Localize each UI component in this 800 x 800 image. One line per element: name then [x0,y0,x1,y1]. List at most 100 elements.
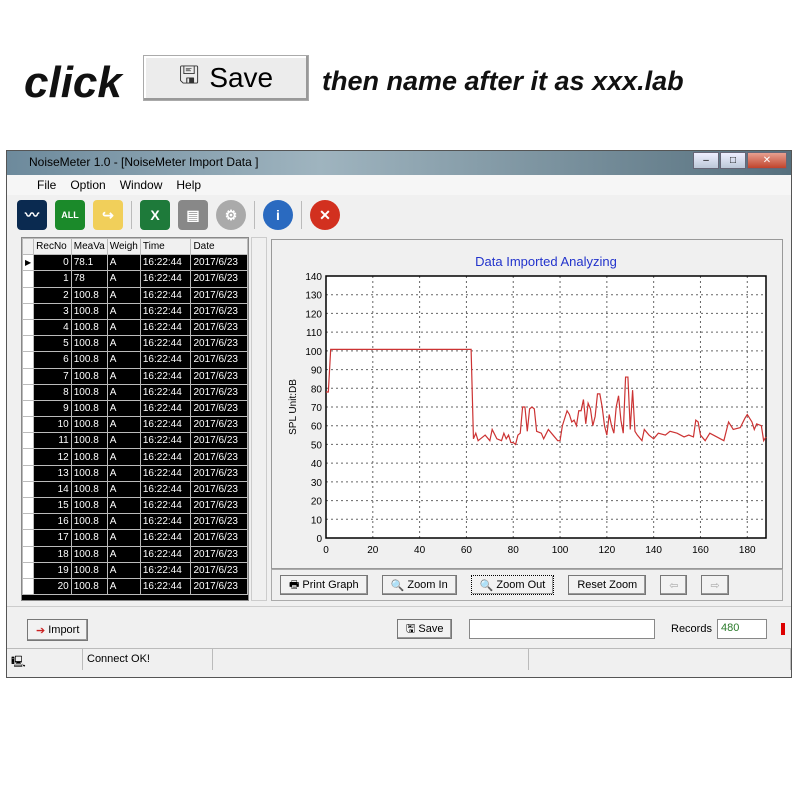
cell: 16:22:44 [139,432,192,450]
cell: 12 [33,448,72,466]
cell: 2017/6/23 [190,270,248,288]
cell: 16:22:44 [139,545,192,563]
waveform-icon[interactable]: 〰 [17,200,47,230]
print-graph-label: Print Graph [302,579,359,591]
table-row[interactable]: 9 100.8 A 16:22:44 2017/6/23 [21,399,248,418]
cell: 15 [33,496,72,515]
table-row[interactable]: 8 100.8 A 16:22:44 2017/6/23 [21,383,248,401]
row-indicator[interactable] [21,367,35,385]
x-tick-label: 80 [508,545,520,556]
table-row[interactable]: 7 100.8 A 16:22:44 2017/6/23 [21,367,248,385]
row-indicator[interactable] [21,302,35,320]
table-row[interactable]: 2 100.8 A 16:22:44 2017/6/23 [21,286,248,304]
printer-icon[interactable]: ▤ [178,200,208,230]
zoom-in-button[interactable]: 🔍 Zoom In [381,575,457,595]
cell: 2 [33,286,72,304]
row-indicator[interactable] [21,383,35,401]
zoom-out-button[interactable]: 🔍 Zoom Out [470,575,555,595]
table-row[interactable]: 12 100.8 A 16:22:44 2017/6/23 [21,448,248,466]
table-row[interactable]: 20 100.8 A 16:22:44 2017/6/23 [21,577,248,596]
menu-help[interactable]: Help [176,178,201,195]
line-chart: 0 10 20 30 40 50 60 70 80 90 100 110 120 130 140 0 20 40 6… [288,254,767,556]
y-tick-label: 40 [311,459,323,470]
row-indicator[interactable] [21,399,35,418]
col-weigh[interactable]: Weigh [106,237,141,256]
title-bar: NoiseMeter 1.0 - [NoiseMeter Import Data… [7,151,791,175]
row-indicator[interactable] [21,577,35,596]
col-meava[interactable]: MeaVa [70,237,108,256]
table-row[interactable]: 4 100.8 A 16:22:44 2017/6/23 [21,318,248,337]
table-row[interactable]: 5 100.8 A 16:22:44 2017/6/23 [21,335,248,353]
reset-zoom-button[interactable]: Reset Zoom [568,575,647,595]
row-indicator[interactable] [21,270,35,288]
table-row[interactable]: 14 100.8 A 16:22:44 2017/6/23 [21,480,248,499]
records-value: 480 [717,619,767,639]
records-label: Records [671,623,712,635]
menu-option[interactable]: Option [70,178,105,195]
row-indicator[interactable] [21,480,35,499]
cell: 2017/6/23 [190,577,248,596]
open-folder-icon[interactable]: ↪ [93,200,123,230]
cell: 100.8 [70,286,108,304]
row-indicator[interactable] [21,561,35,579]
row-indicator[interactable] [21,351,35,369]
menu-file[interactable]: File [37,178,56,195]
arrow-right-icon[interactable]: ⇨ [701,575,729,595]
table-row[interactable]: 11 100.8 A 16:22:44 2017/6/23 [21,432,248,450]
table-row[interactable]: 10 100.8 A 16:22:44 2017/6/23 [21,416,248,434]
close-red-icon[interactable]: ✕ [310,200,340,230]
table-row[interactable]: 17 100.8 A 16:22:44 2017/6/23 [21,529,248,547]
excel-icon[interactable]: X [140,200,170,230]
menu-window[interactable]: Window [120,178,163,195]
col-time[interactable]: Time [139,237,192,256]
download-all-icon[interactable]: ALL [55,200,85,230]
row-indicator[interactable] [21,529,35,547]
save-button[interactable]: 🖫 Save [397,619,453,639]
table-row[interactable]: 16 100.8 A 16:22:44 2017/6/23 [21,513,248,531]
arrow-left-icon[interactable]: ⇦ [660,575,688,595]
col-recno[interactable]: RecNo [33,237,72,256]
cell: 16:22:44 [139,367,192,385]
cell: 11 [33,432,72,450]
maximize-button[interactable]: □ [720,152,746,169]
cell: 100.8 [70,529,108,547]
row-indicator[interactable] [21,545,35,563]
info-icon[interactable]: i [263,200,293,230]
close-button[interactable]: ✕ [747,152,787,169]
cell: 20 [33,577,72,596]
print-graph-button[interactable]: 🖶 Print Graph [280,575,368,595]
row-indicator[interactable] [21,416,35,434]
table-row[interactable]: 3 100.8 A 16:22:44 2017/6/23 [21,302,248,320]
table-row[interactable]: ▶ 0 78.1 A 16:22:44 2017/6/23 [21,254,248,272]
filename-input[interactable] [469,619,655,639]
y-tick-label: 70 [311,403,323,414]
minimize-button[interactable]: – [693,152,719,169]
cell: 2017/6/23 [190,448,248,466]
gear-icon[interactable]: ⚙ [216,200,246,230]
row-indicator[interactable] [21,448,35,466]
row-indicator[interactable] [21,335,35,353]
import-button[interactable]: ➔ Import [27,619,89,641]
cell: A [106,432,141,450]
window-title: NoiseMeter 1.0 - [NoiseMeter Import Data… [29,155,259,169]
y-tick-label: 120 [305,309,322,320]
table-row[interactable]: 19 100.8 A 16:22:44 2017/6/23 [21,561,248,579]
grid-scrollbar[interactable] [251,237,267,601]
table-row[interactable]: 6 100.8 A 16:22:44 2017/6/23 [21,351,248,369]
row-indicator[interactable] [21,286,35,304]
row-indicator[interactable] [21,496,35,515]
table-row[interactable]: 1 78 A 16:22:44 2017/6/23 [21,270,248,288]
col-date[interactable]: Date [190,237,248,256]
row-indicator[interactable] [21,513,35,531]
table-row[interactable]: 13 100.8 A 16:22:44 2017/6/23 [21,464,248,482]
row-indicator[interactable] [21,464,35,482]
row-indicator[interactable] [21,318,35,337]
table-row[interactable]: 18 100.8 A 16:22:44 2017/6/23 [21,545,248,563]
cell: 2017/6/23 [190,254,248,272]
row-indicator[interactable] [21,432,35,450]
row-indicator[interactable]: ▶ [21,254,35,272]
cell: A [106,529,141,547]
y-tick-label: 50 [311,440,323,451]
table-row[interactable]: 15 100.8 A 16:22:44 2017/6/23 [21,496,248,515]
cell: 10 [33,416,72,434]
